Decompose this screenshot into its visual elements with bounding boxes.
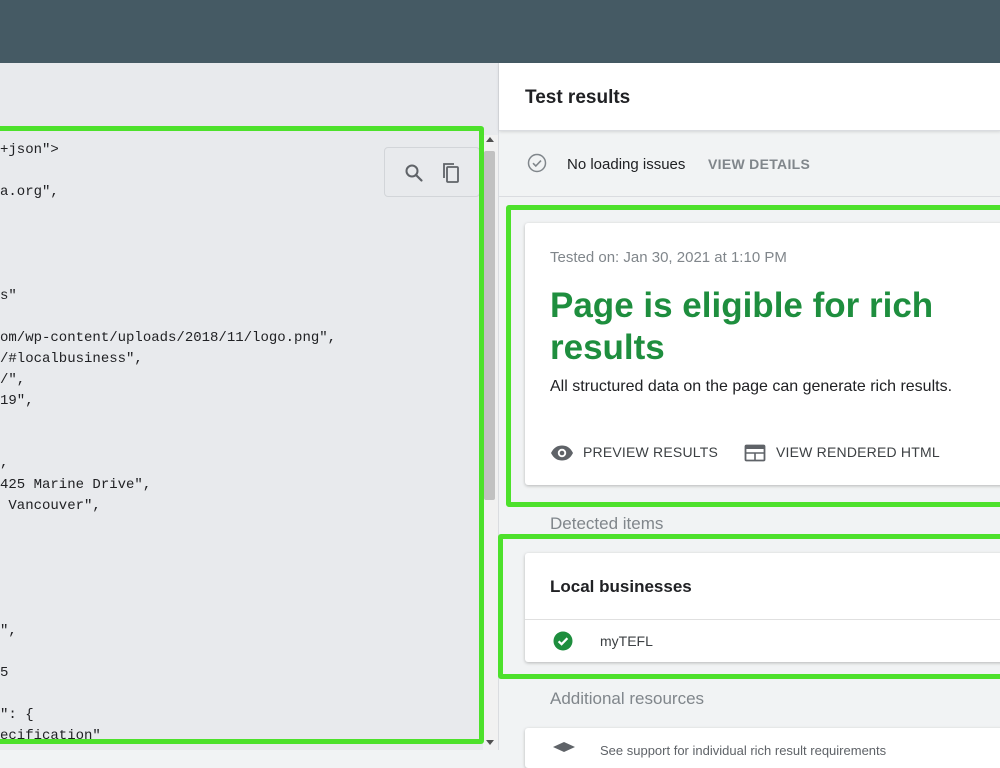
code-line: 425 Marine Drive", [0, 477, 152, 493]
view-details-button[interactable]: VIEW DETAILS [708, 156, 810, 172]
additional-resources-label: Additional resources [550, 689, 705, 708]
additional-resources-card[interactable]: See support for individual rich result r… [525, 728, 1000, 768]
code-line: ", [0, 623, 17, 639]
list-item[interactable]: myTEFL [525, 619, 1000, 662]
search-icon[interactable] [402, 161, 426, 185]
graduation-cap-icon [553, 742, 575, 756]
eligibility-subtitle: All structured data on the page can gene… [550, 378, 953, 395]
eligibility-title: Page is eligible for rich results [550, 286, 934, 367]
code-line: 5 [0, 665, 9, 681]
browser-window-icon [743, 441, 767, 465]
loading-status-row: No loading issues VIEW DETAILS [499, 131, 1000, 197]
business-name: myTEFL [600, 633, 653, 649]
code-line: a.org", [0, 184, 59, 200]
code-line: ecification" [0, 728, 101, 744]
view-rendered-html-label: VIEW RENDERED HTML [776, 444, 940, 460]
code-line: /#localbusiness", [0, 351, 143, 367]
loading-status-text: No loading issues [567, 156, 686, 173]
code-line: 19", [0, 393, 34, 409]
eye-icon [550, 441, 574, 465]
check-circle-icon [553, 631, 573, 651]
eligibility-card: Tested on: Jan 30, 2021 at 1:10 PM Page … [525, 223, 1000, 485]
preview-results-label: PREVIEW RESULTS [583, 444, 718, 460]
results-header: Test results [499, 63, 1000, 131]
page-title: Test results [525, 87, 631, 108]
detected-items-label: Detected items [550, 514, 664, 533]
view-rendered-html-button[interactable]: VIEW RENDERED HTML [743, 441, 943, 465]
check-circle-outline-icon [527, 153, 547, 173]
scrollbar-thumb[interactable] [484, 151, 495, 500]
code-line: /", [0, 372, 26, 388]
code-line: ": { [0, 707, 34, 723]
code-line: +json"> [0, 142, 59, 158]
scroll-up-icon[interactable] [486, 137, 494, 142]
local-businesses-title: Local businesses [550, 577, 692, 596]
preview-results-button[interactable]: PREVIEW RESULTS [550, 441, 720, 465]
copy-icon[interactable] [439, 161, 463, 185]
code-line: om/wp-content/uploads/2018/11/logo.png", [0, 330, 337, 346]
code-toolbar [384, 147, 480, 197]
code-viewer: +json"> a.org", s" om/wp-content/uploads… [0, 63, 498, 750]
top-app-bar [0, 0, 1000, 63]
code-line: , [0, 455, 9, 471]
tested-on-timestamp: Tested on: Jan 30, 2021 at 1:10 PM [550, 249, 787, 266]
resource-link-text: See support for individual rich result r… [600, 743, 887, 758]
code-line: s" [0, 288, 17, 304]
local-businesses-card: Local businesses myTEFL [525, 553, 1000, 662]
results-panel: Test results No loading issues VIEW DETA… [498, 63, 1000, 768]
code-line: Vancouver", [0, 498, 101, 514]
scroll-down-icon[interactable] [486, 740, 494, 745]
